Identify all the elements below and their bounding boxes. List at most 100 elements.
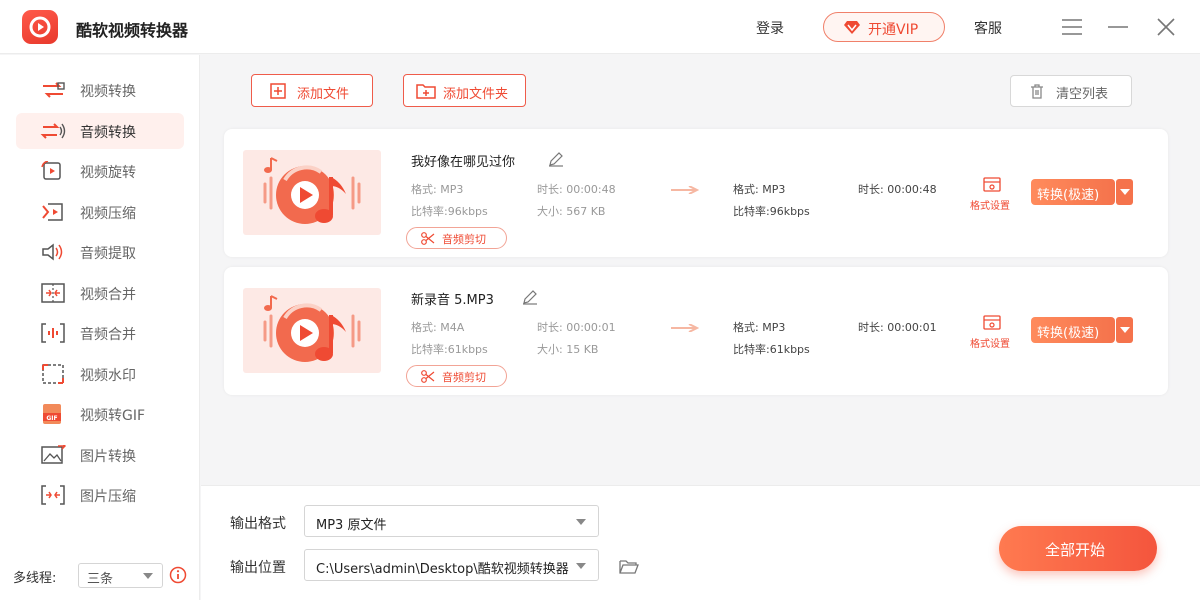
- audio-convert-icon: [40, 123, 66, 139]
- target-bitrate: 比特率:61kbps: [733, 343, 810, 356]
- scissors-icon: [421, 370, 435, 383]
- audio-thumbnail: [243, 288, 381, 373]
- output-format-value: MP3 原文件: [316, 518, 387, 533]
- sidebar-item-video-compress[interactable]: 视频压缩: [16, 194, 184, 230]
- convert-label: 转换(极速): [1037, 326, 1100, 341]
- source-size: 大小: 567 KB: [537, 205, 606, 218]
- sidebar-item-label: 视频转GIF: [80, 408, 146, 424]
- title-bar: 酷软视频转换器 登录 开通VIP 客服: [0, 0, 1200, 54]
- chevron-down-icon: [143, 573, 153, 579]
- output-panel: 输出格式 MP3 原文件 输出位置 C:\Users\admin\Desktop…: [201, 485, 1200, 600]
- source-bitrate: 比特率:96kbps: [411, 205, 488, 218]
- svg-text:GIF: GIF: [46, 415, 57, 422]
- sidebar-item-image-compress[interactable]: 图片压缩: [16, 477, 184, 513]
- sidebar-item-video-watermark[interactable]: 视频水印: [16, 356, 184, 392]
- sidebar-item-video-merge[interactable]: 视频合并: [16, 275, 184, 311]
- edit-icon[interactable]: [522, 289, 538, 305]
- service-button[interactable]: 客服: [974, 18, 1002, 38]
- add-folder-icon: [416, 84, 436, 99]
- format-settings-button[interactable]: 格式设置: [970, 177, 1014, 212]
- gif-icon: GIF: [43, 404, 61, 424]
- music-disc-icon: [263, 295, 361, 362]
- convert-label: 转换(极速): [1037, 188, 1100, 203]
- sidebar-item-label: 音频合并: [80, 327, 136, 343]
- sidebar-item-image-convert[interactable]: 图片转换: [16, 437, 184, 473]
- info-icon[interactable]: [169, 566, 187, 584]
- sidebar-item-audio-convert[interactable]: 音频转换: [16, 113, 184, 149]
- output-format-select[interactable]: MP3 原文件: [304, 505, 599, 537]
- file-card: 我好像在哪见过你 格式: MP3 时长: 00:00:48 比特率:96kbps…: [224, 129, 1168, 257]
- clear-list-button[interactable]: 清空列表: [1010, 75, 1132, 107]
- minimize-icon[interactable]: [1106, 15, 1130, 39]
- file-card: 新录音 5.MP3 格式: M4A 时长: 00:00:01 比特率:61kbp…: [224, 267, 1168, 395]
- add-file-button[interactable]: 添加文件: [251, 74, 373, 107]
- start-all-label: 全部开始: [1045, 541, 1106, 559]
- trash-icon: [1031, 84, 1043, 99]
- output-location-value: C:\Users\admin\Desktop\酷软视频转换器: [316, 562, 569, 577]
- chevron-down-icon: [1120, 189, 1130, 195]
- sidebar-item-audio-merge[interactable]: 音频合并: [16, 315, 184, 351]
- convert-dropdown[interactable]: [1116, 317, 1133, 343]
- chevron-down-icon: [1120, 327, 1130, 333]
- add-file-icon: [270, 83, 286, 99]
- app-title: 酷软视频转换器: [76, 21, 189, 40]
- sidebar-item-label: 视频压缩: [80, 206, 136, 222]
- close-icon[interactable]: [1154, 15, 1178, 39]
- audio-cut-label: 音频剪切: [442, 233, 486, 246]
- source-size: 大小: 15 KB: [537, 343, 599, 356]
- video-watermark-icon: [42, 364, 64, 384]
- format-settings-label: 格式设置: [970, 201, 1010, 212]
- sidebar-item-label: 音频转换: [80, 125, 136, 141]
- menu-icon[interactable]: [1060, 15, 1084, 39]
- audio-cut-button[interactable]: 音频剪切: [406, 227, 507, 249]
- video-rotate-icon: [41, 161, 61, 180]
- chevron-down-icon: [576, 519, 586, 525]
- add-folder-label: 添加文件夹: [443, 87, 509, 102]
- sidebar-item-label: 视频合并: [80, 287, 136, 303]
- edit-icon[interactable]: [548, 151, 564, 167]
- image-convert-icon: [41, 445, 66, 464]
- video-convert-icon: [43, 82, 65, 98]
- target-duration: 时长: 00:00:01: [858, 321, 937, 334]
- open-folder-icon[interactable]: [619, 559, 639, 575]
- audio-cut-button[interactable]: 音频剪切: [406, 365, 507, 387]
- output-location-select[interactable]: C:\Users\admin\Desktop\酷软视频转换器: [304, 549, 599, 581]
- target-bitrate: 比特率:96kbps: [733, 205, 810, 218]
- sidebar-item-video-to-gif[interactable]: GIF 视频转GIF: [16, 396, 184, 432]
- vip-label: 开通VIP: [868, 22, 919, 38]
- scissors-icon: [421, 232, 435, 245]
- sidebar-item-label: 音频提取: [80, 246, 136, 262]
- format-settings-label: 格式设置: [970, 339, 1010, 350]
- sidebar-item-label: 视频水印: [80, 368, 136, 384]
- settings-icon: [983, 315, 1001, 330]
- sidebar-item-video-rotate[interactable]: 视频旋转: [16, 153, 184, 189]
- file-name: 我好像在哪见过你: [411, 155, 516, 170]
- add-file-label: 添加文件: [297, 87, 350, 102]
- sidebar-item-label: 图片转换: [80, 449, 136, 465]
- sidebar-item-audio-extract[interactable]: 音频提取: [16, 234, 184, 270]
- sidebar-item-label: 图片压缩: [80, 489, 136, 505]
- audio-extract-icon: [42, 243, 63, 261]
- target-duration: 时长: 00:00:48: [858, 183, 937, 196]
- arrow-right-icon: [671, 186, 699, 194]
- sidebar-item-label: 视频旋转: [80, 165, 136, 181]
- sidebar: 视频转换 音频转换 视频旋转 视频压缩 音频提取 视频合并 音频合并 视频水印 …: [0, 55, 200, 600]
- sidebar-item-video-convert[interactable]: 视频转换: [16, 72, 184, 108]
- start-all-button[interactable]: 全部开始: [999, 526, 1157, 571]
- clear-list-label: 清空列表: [1056, 87, 1109, 102]
- thread-select[interactable]: 三条: [78, 563, 163, 588]
- output-location-label: 输出位置: [230, 560, 286, 576]
- convert-button[interactable]: 转换(极速): [1031, 317, 1115, 343]
- thread-label: 多线程:: [13, 571, 57, 586]
- target-format: 格式: MP3: [733, 321, 786, 334]
- vip-button[interactable]: 开通VIP: [823, 12, 945, 42]
- convert-dropdown[interactable]: [1116, 179, 1133, 205]
- convert-button[interactable]: 转换(极速): [1031, 179, 1115, 205]
- login-button[interactable]: 登录: [756, 18, 784, 38]
- add-folder-button[interactable]: 添加文件夹: [403, 74, 526, 107]
- format-settings-button[interactable]: 格式设置: [970, 315, 1014, 350]
- thread-select-value: 三条: [87, 572, 114, 587]
- diamond-icon: [844, 21, 860, 34]
- settings-icon: [983, 177, 1001, 192]
- app-logo-icon: [22, 10, 58, 44]
